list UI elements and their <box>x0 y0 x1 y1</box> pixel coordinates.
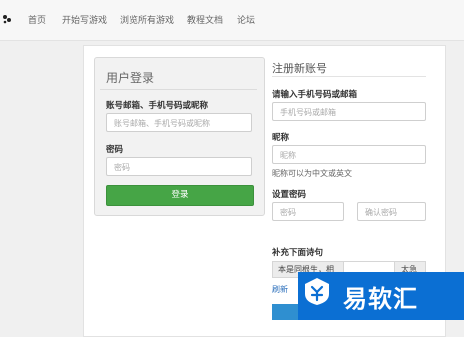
refresh-link[interactable]: 刷新 <box>272 284 288 295</box>
nickname-hint: 昵称可以为中文或英文 <box>272 169 352 178</box>
nickname-label: 昵称 <box>272 133 290 143</box>
login-title: 用户登录 <box>106 71 155 85</box>
register-title: 注册新账号 <box>272 62 327 75</box>
nickname-input[interactable]: 昵称 <box>272 145 426 164</box>
login-button[interactable]: 登录 <box>106 185 254 206</box>
watermark-text: 易软汇 <box>343 285 418 313</box>
account-label: 账号邮箱、手机号码或昵称 <box>106 101 209 111</box>
account-input[interactable]: 账号邮箱、手机号码或昵称 <box>106 113 252 132</box>
contact-input[interactable]: 手机号码或邮箱 <box>272 102 426 121</box>
nav-item-home[interactable]: 首页 <box>28 13 46 26</box>
register-password-input[interactable]: 密码 <box>272 202 344 221</box>
nav-item-tutorials[interactable]: 教程文档 <box>187 13 223 26</box>
nav-item-start-writing[interactable]: 开始写游戏 <box>62 13 107 26</box>
confirm-password-input[interactable]: 确认密码 <box>357 202 426 221</box>
set-password-label: 设置密码 <box>272 190 307 200</box>
login-password-label: 密码 <box>106 145 124 155</box>
login-divider <box>100 89 257 90</box>
site-logo-icon[interactable] <box>2 14 12 24</box>
register-divider <box>272 76 426 77</box>
contact-label: 请输入手机号码或邮箱 <box>272 90 358 100</box>
watermark-icon <box>302 276 332 306</box>
nav-item-browse-games[interactable]: 浏览所有游戏 <box>120 13 174 26</box>
poem-label: 补充下面诗句 <box>272 248 324 258</box>
nav-item-forum[interactable]: 论坛 <box>237 13 255 26</box>
login-password-input[interactable]: 密码 <box>106 157 252 176</box>
